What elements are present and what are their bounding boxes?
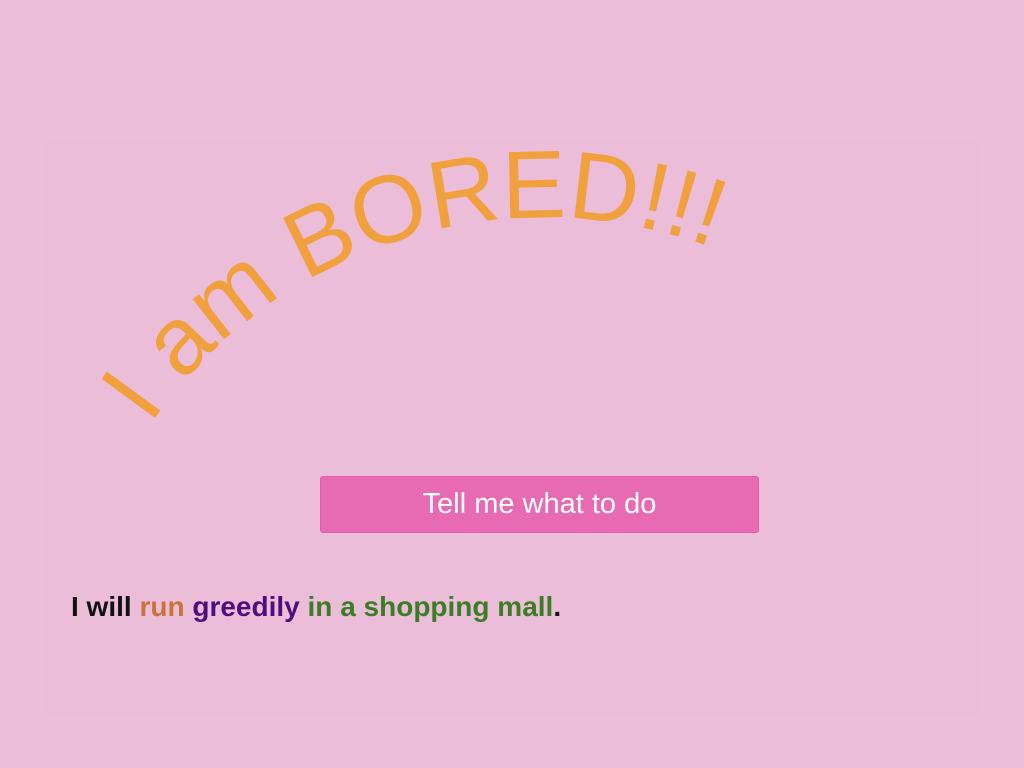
sentence-part-period: . xyxy=(553,591,562,622)
page-title: I am BORED!!! xyxy=(80,131,740,437)
sentence-part-subject: I will xyxy=(71,591,140,622)
suggestion-sentence: I will run greedily in a shopping mall. xyxy=(71,590,561,624)
sentence-part-space xyxy=(300,591,308,622)
sentence-part-adverb: greedily xyxy=(192,591,300,622)
page-title-text: I am BORED!!! xyxy=(80,131,740,437)
sentence-part-place: in a shopping mall xyxy=(307,591,554,622)
page-title-arc-text: I am BORED!!! xyxy=(80,131,740,437)
tell-me-what-to-do-button[interactable]: Tell me what to do xyxy=(320,476,759,533)
sentence-part-verb: run xyxy=(139,591,185,622)
